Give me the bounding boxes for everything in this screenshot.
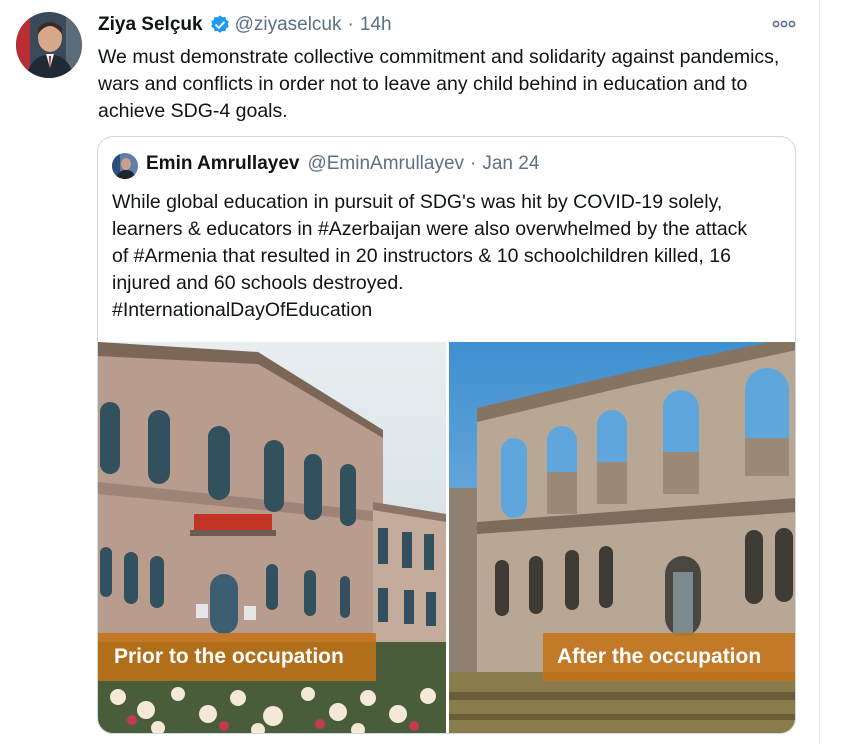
separator-dot: · (347, 14, 354, 35)
quoted-tweet[interactable]: Emin Amrullayev @EminAmrullayev · Jan 24… (97, 136, 796, 734)
separator-dot: · (470, 153, 477, 174)
quoted-text-line: injured and 60 schools destroyed. (112, 272, 404, 294)
tweet-header: Ziya Selçuk @ziyaselcuk · 14h (98, 14, 392, 36)
more-options-icon (772, 20, 796, 28)
quoted-text-line: #InternationalDayOfEducation (112, 299, 373, 321)
quoted-tweet-media[interactable]: Prior to the occupation After the occupa… (98, 342, 795, 733)
before-caption: Prior to the occupation (98, 633, 376, 681)
after-caption: After the occupation (543, 633, 795, 681)
author-avatar[interactable] (16, 12, 82, 78)
tweet-text: We must demonstrate collective commitmen… (98, 46, 780, 122)
quoted-text-line: While global education in pursuit of SDG… (112, 191, 723, 213)
quoted-author-avatar[interactable] (112, 153, 138, 179)
author-handle[interactable]: @ziyaselcuk (235, 14, 342, 36)
column-divider (819, 0, 820, 744)
more-options-button[interactable] (768, 8, 800, 40)
quoted-author-handle[interactable]: @EminAmrullayev (307, 153, 464, 175)
quoted-author-name[interactable]: Emin Amrullayev (146, 153, 299, 175)
quoted-tweet-header: Emin Amrullayev @EminAmrullayev · Jan 24 (146, 153, 539, 175)
quoted-tweet-date[interactable]: Jan 24 (482, 153, 539, 175)
author-name[interactable]: Ziya Selçuk (98, 14, 203, 36)
tweet[interactable]: Ziya Selçuk @ziyaselcuk · 14h We must de… (0, 0, 819, 744)
verified-badge-icon (210, 15, 229, 33)
quoted-tweet-text: While global education in pursuit of SDG… (112, 189, 788, 324)
quoted-text-line: of #Armenia that resulted in 20 instruct… (112, 245, 731, 267)
tweet-time[interactable]: 14h (360, 14, 392, 36)
quoted-text-line: learners & educators in #Azerbaijan were… (112, 218, 748, 240)
